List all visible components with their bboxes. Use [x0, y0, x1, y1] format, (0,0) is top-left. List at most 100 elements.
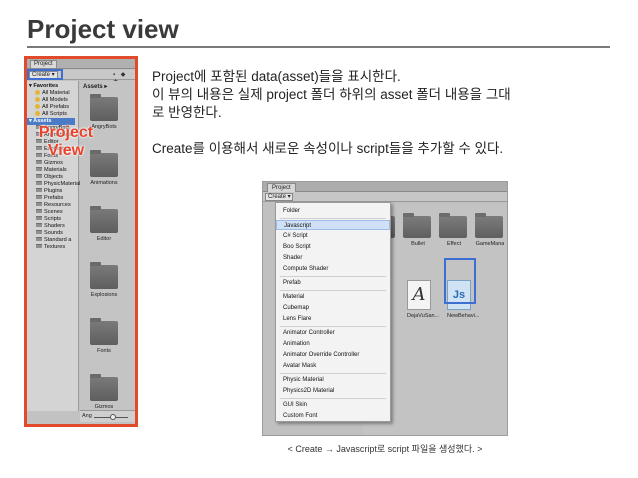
create-dropdown-menu: Folder Javascript C# Script Boo Script Shade… — [275, 202, 391, 422]
menu-item[interactable]: Animation — [276, 339, 390, 349]
slide-title: Project view — [27, 14, 179, 44]
menu-separator — [280, 326, 386, 327]
menu-separator — [280, 373, 386, 374]
asset-script-label: NewBehavi... — [447, 313, 480, 319]
menu-item[interactable]: Compute Shader — [276, 264, 390, 274]
menu-item[interactable]: Cubemap — [276, 303, 390, 313]
tree-item[interactable]: Gizmos — [36, 160, 63, 167]
tree-item[interactable]: Scripts — [36, 216, 61, 223]
tree-item-label: PhysicMaterials — [44, 181, 84, 187]
menu-item[interactable]: Lens Flare — [276, 314, 390, 324]
favorite-search-icon — [35, 111, 40, 116]
asset-font-label: DejaVuSan... — [407, 313, 440, 319]
tree-item[interactable]: Sounds — [36, 230, 63, 237]
menu-item[interactable]: Material — [276, 292, 390, 302]
tree-item-label: Scripts — [44, 216, 62, 222]
shot-folder-item[interactable]: GameMana — [475, 213, 507, 247]
menu-item[interactable]: C# Script — [276, 231, 390, 241]
folder-icon — [90, 374, 118, 401]
tree-item[interactable]: Shaders — [36, 223, 65, 230]
folder-icon — [403, 213, 431, 238]
menu-item[interactable]: Javascript — [276, 220, 390, 230]
asset-folder-item[interactable]: Fonts — [90, 318, 122, 354]
tree-item[interactable]: All Prefabs — [35, 104, 69, 111]
folder-icon — [36, 223, 42, 227]
shot-create-button[interactable]: Create ▾ — [265, 193, 293, 201]
menu-item[interactable]: Boo Script — [276, 242, 390, 252]
menu-item[interactable]: Avatar Mask — [276, 361, 390, 371]
menu-item[interactable]: Physics2D Material — [276, 386, 390, 396]
shot-folder-item[interactable]: Effect — [439, 213, 471, 247]
tree-item[interactable]: Textures — [36, 244, 65, 251]
tree-item-label: All Material — [42, 90, 70, 96]
zoom-label: Ang — [82, 413, 92, 419]
overlay-line-1: Project — [38, 124, 94, 141]
menu-separator — [280, 398, 386, 399]
asset-folder-item[interactable]: Editor — [90, 206, 122, 242]
folder-icon — [90, 318, 118, 345]
tree-item-label: Textures — [44, 244, 66, 250]
shot-folder-item[interactable]: Bullet — [403, 213, 435, 247]
shot-project-tab[interactable]: Project — [267, 183, 296, 192]
menu-separator — [280, 276, 386, 277]
menu-item[interactable]: Custom Font — [276, 411, 390, 421]
asset-folder-label: Fonts — [97, 348, 111, 354]
shot-folder-label: GameMana — [475, 241, 505, 247]
folder-icon — [36, 244, 42, 248]
menu-item[interactable]: Animator Override Controller — [276, 350, 390, 360]
tree-item[interactable]: Materials — [36, 167, 67, 174]
create-highlight-box — [27, 69, 63, 80]
asset-folder-label: Animations — [90, 180, 118, 186]
tree-item[interactable]: Standard a — [36, 237, 71, 244]
project-tab-bar: Project — [27, 59, 135, 69]
asset-font-file[interactable]: A DejaVuSan... — [407, 280, 439, 319]
project-view-overlay-label: Project View — [30, 124, 102, 160]
favorite-search-icon — [35, 90, 40, 95]
tree-item[interactable]: Prefabs — [36, 195, 63, 202]
asset-folder-label: Explosions — [90, 292, 118, 298]
folder-icon — [36, 181, 42, 185]
menu-item[interactable]: GUI Skin — [276, 400, 390, 410]
menu-item[interactable]: Physic Material — [276, 375, 390, 385]
tree-item[interactable]: All Models — [35, 97, 68, 104]
tree-item[interactable]: PhysicMaterials — [36, 181, 83, 188]
tree-item[interactable]: Scenes — [36, 209, 63, 216]
folder-icon — [36, 188, 42, 192]
folder-icon — [36, 167, 42, 171]
tree-item[interactable]: All Material — [35, 90, 70, 97]
menu-item[interactable]: Animator Controller — [276, 328, 390, 338]
asset-folder-item[interactable]: Gizmos — [90, 374, 122, 410]
tree-item-label: Scenes — [44, 209, 63, 215]
description-text: Project에 포함된 data(asset)들을 표시한다. 이 뷰의 내용… — [152, 68, 612, 158]
tree-item[interactable]: Objects — [36, 174, 63, 181]
tree-item[interactable]: Resources — [36, 202, 71, 209]
folder-icon — [36, 237, 42, 241]
assets-header: Assets ▸ — [83, 84, 108, 90]
tree-item[interactable]: All Scripts — [35, 111, 67, 118]
asset-folder-label: Editor — [96, 236, 112, 242]
new-script-highlight-box — [444, 258, 476, 304]
folder-icon — [90, 206, 118, 233]
shot-toolbar: Create ▾ — [263, 192, 507, 202]
zoom-slider-thumb[interactable] — [110, 414, 116, 420]
tree-item-label: Gizmos — [44, 160, 63, 166]
folder-icon — [36, 230, 42, 234]
folder-icon — [90, 94, 118, 121]
create-menu-screenshot: Project Create ▾ BulletEffectGameMana s … — [262, 181, 508, 436]
menu-item[interactable]: Prefab — [276, 278, 390, 288]
shot-folder-label: Bullet — [411, 241, 425, 247]
favorite-search-icon — [35, 97, 40, 102]
description-line-3: 로 반영한다. — [152, 105, 222, 120]
folder-icon — [36, 195, 42, 199]
menu-item[interactable]: Shader — [276, 253, 390, 263]
tree-item[interactable]: ▾ Favorites — [29, 83, 58, 90]
asset-folder-item[interactable]: Explosions — [90, 262, 122, 298]
tree-item[interactable]: Plugins — [36, 188, 62, 195]
menu-item[interactable]: Folder — [276, 206, 390, 216]
tree-item-label: Standard a — [44, 237, 72, 243]
tree-item-label: Shaders — [44, 223, 65, 229]
font-file-icon: A — [407, 280, 431, 310]
folder-icon — [475, 213, 503, 238]
project-tab[interactable]: Project — [30, 60, 57, 68]
menu-separator — [280, 218, 386, 219]
